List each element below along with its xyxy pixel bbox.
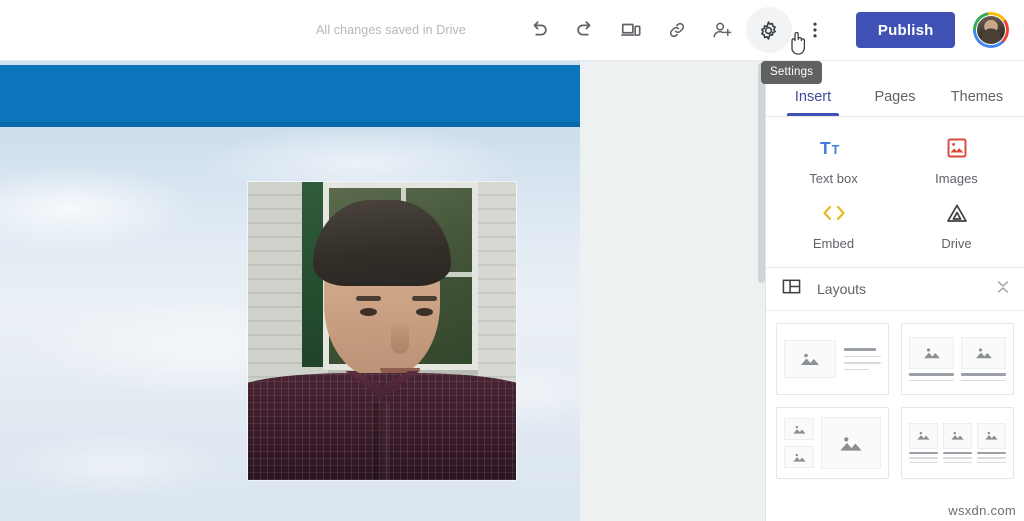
insert-text-box-label: Text box xyxy=(809,171,858,186)
layouts-section-title: Layouts xyxy=(817,281,867,297)
tab-pages[interactable]: Pages xyxy=(854,89,936,116)
insert-drive-label: Drive xyxy=(941,236,972,251)
svg-text:T: T xyxy=(832,143,840,157)
insert-embed-button[interactable]: Embed xyxy=(772,200,895,251)
layouts-section-header[interactable]: Layouts xyxy=(766,267,1024,311)
layout-image-placeholder xyxy=(977,422,1006,449)
collapse-chevrons-icon[interactable] xyxy=(996,279,1010,300)
site-page-preview[interactable] xyxy=(0,61,580,521)
drive-icon xyxy=(945,200,969,226)
add-people-button[interactable] xyxy=(700,7,746,53)
page-header-banner[interactable] xyxy=(0,65,580,127)
layout-image-placeholder xyxy=(943,422,972,449)
copy-link-button[interactable] xyxy=(654,7,700,53)
layouts-grid xyxy=(766,311,1024,491)
publish-button[interactable]: Publish xyxy=(855,12,956,48)
google-sites-editor: All changes saved in Drive Publish Setti… xyxy=(0,0,1024,521)
insert-embed-label: Embed xyxy=(812,236,855,251)
page-photo-image[interactable] xyxy=(248,182,516,480)
photo-person-nose xyxy=(391,323,409,354)
layouts-grid-icon xyxy=(782,277,801,301)
photo-person-eye-left xyxy=(360,307,377,316)
layout-image-placeholder xyxy=(909,337,954,369)
photo-shirt-placket xyxy=(374,402,390,480)
photo-person-eyebrow-left xyxy=(356,295,381,301)
layout-image-placeholder xyxy=(784,340,836,378)
redo-button[interactable] xyxy=(562,7,608,53)
photo-person-eye-right xyxy=(416,307,433,316)
layout-option-1[interactable] xyxy=(776,323,889,395)
layout-column xyxy=(909,337,954,381)
insert-options-grid: T T Text box Images Embed Drive xyxy=(766,117,1024,267)
mouse-cursor-pointer-icon xyxy=(786,28,812,63)
layout-column xyxy=(909,422,938,464)
svg-text:T: T xyxy=(820,138,831,158)
layout-image-placeholder xyxy=(909,422,938,449)
save-status-text: All changes saved in Drive xyxy=(316,23,466,37)
settings-tooltip: Settings xyxy=(761,61,823,84)
banner-shadow xyxy=(0,122,580,127)
avatar-image xyxy=(976,15,1007,45)
undo-button[interactable] xyxy=(516,7,562,53)
text-box-icon: T T xyxy=(820,135,847,161)
insert-drive-button[interactable]: Drive xyxy=(895,200,1018,251)
scrollbar-thumb[interactable] xyxy=(758,63,765,283)
preview-button[interactable] xyxy=(608,7,654,53)
layout-text-lines xyxy=(844,348,881,370)
layout-image-placeholder xyxy=(961,337,1006,369)
watermark-text: wsxdn.com xyxy=(948,503,1016,518)
layout-option-2[interactable] xyxy=(901,323,1014,395)
layout-option-3[interactable] xyxy=(776,407,889,479)
layout-column xyxy=(977,422,1006,464)
insert-images-label: Images xyxy=(935,171,978,186)
layout-column xyxy=(943,422,972,464)
photo-person-shirt xyxy=(248,370,516,480)
site-canvas[interactable] xyxy=(0,61,766,521)
layout-option-4[interactable] xyxy=(901,407,1014,479)
layout-large-image-placeholder xyxy=(821,417,881,469)
images-icon xyxy=(945,135,969,161)
layout-image-placeholder xyxy=(784,446,814,468)
layout-column xyxy=(961,337,1006,381)
top-toolbar: All changes saved in Drive Publish xyxy=(0,0,1024,61)
embed-code-icon xyxy=(821,200,847,226)
insert-images-button[interactable]: Images xyxy=(895,135,1018,186)
settings-button[interactable] xyxy=(745,7,792,53)
photo-person-eyebrow-right xyxy=(412,295,437,301)
photo-person-hair xyxy=(313,199,451,286)
layout-small-images xyxy=(784,418,814,468)
insert-text-box-button[interactable]: T T Text box xyxy=(772,135,895,186)
tab-insert[interactable]: Insert xyxy=(772,89,854,116)
avatar[interactable] xyxy=(973,12,1010,48)
layout-image-placeholder xyxy=(784,418,814,440)
toolbar-icon-group: Publish xyxy=(516,7,1022,53)
photo-person-head xyxy=(307,199,457,386)
tab-themes[interactable]: Themes xyxy=(936,89,1018,116)
insert-side-panel: Insert Pages Themes T T Text box Images … xyxy=(766,61,1024,521)
